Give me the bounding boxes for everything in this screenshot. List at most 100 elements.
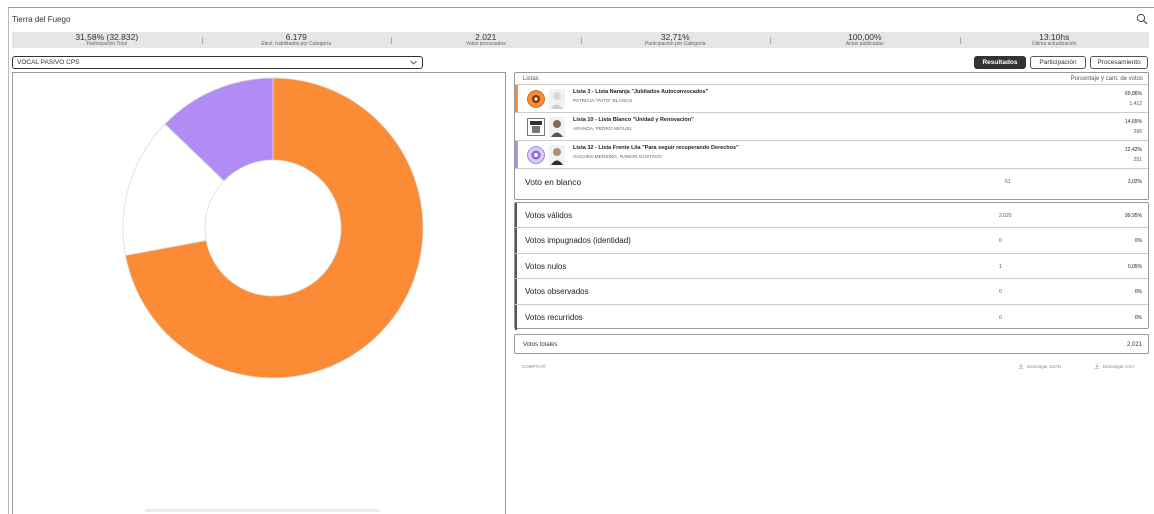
stat-total-participation: 31,58% (32.832) Participación Total <box>12 33 202 48</box>
list-percent: 12,42% <box>1125 147 1142 153</box>
download-json-link[interactable]: Descargar JSON <box>1018 363 1061 369</box>
list-item-frente-lila[interactable]: Lista 32 - Lista Frente Lila "Para segui… <box>515 141 1148 169</box>
stat-label: Última actualización <box>1032 41 1077 48</box>
results-footer: COMPTIA® Descargar JSON Descargar CSV <box>522 362 1142 372</box>
stat-eligible-voters: 6.179 Elect. habilitados por Categoría <box>201 31 392 48</box>
vote-percent: 99,95% <box>1125 213 1142 219</box>
tab-participation[interactable]: Participación <box>1030 56 1086 69</box>
stat-label: Participación Total <box>86 41 128 48</box>
list-count: 1.412 <box>1129 101 1142 107</box>
party-logo-icon <box>527 118 545 136</box>
vote-label: Votos nulos <box>525 261 567 271</box>
horizontal-scrollbar[interactable] <box>145 509 380 512</box>
blank-vote-percent: 3,02% <box>1127 179 1142 185</box>
total-votes-label: Votos totales <box>523 342 558 348</box>
list-name: Lista 10 - Lista Blanco "Unidad y Renova… <box>573 117 694 123</box>
total-votes-value: 2.021 <box>1126 342 1142 348</box>
vote-percent: 0% <box>1134 314 1142 321</box>
stat-label: Actas publicadas <box>845 41 884 48</box>
page-title: Tierra del Fuego <box>12 14 71 24</box>
category-select-value: VOCAL PASIVO CPS <box>17 59 80 66</box>
stat-value: 32,71% <box>660 31 690 42</box>
list-color-bar <box>515 141 518 168</box>
vote-count: 2.020 <box>999 213 1012 219</box>
stat-value: 2.021 <box>475 31 497 42</box>
stat-value: 31,58% (32.832) <box>75 31 139 42</box>
row-accent-bar <box>515 279 517 304</box>
list-name: Lista 32 - Lista Frente Lila "Para segui… <box>573 145 739 151</box>
view-tabs: Resultados Participación Procesamiento <box>974 56 1148 69</box>
blank-vote-label: Voto en blanco <box>525 177 582 187</box>
chart-panel <box>12 72 506 514</box>
stat-value: 13:10hs <box>1039 31 1070 42</box>
list-count: 296 <box>1133 129 1142 135</box>
vote-label: Votos observados <box>525 287 589 297</box>
vote-count: 0 <box>999 238 1002 245</box>
vote-percent: 0% <box>1134 289 1142 296</box>
tab-results[interactable]: Resultados <box>974 56 1026 69</box>
lists-header: Listas Porcentaje y cant. de votos <box>515 73 1148 85</box>
row-accent-bar <box>515 304 517 330</box>
page-header: Tierra del Fuego <box>12 10 1148 28</box>
vote-row-challenged: Votos impugnados (identidad) 0 0% <box>515 228 1148 254</box>
lists-header-title: Listas <box>523 75 539 82</box>
blank-vote-count: 61 <box>1005 179 1011 185</box>
candidate-photo-icon <box>549 89 565 109</box>
candidate-photo-icon <box>549 145 565 165</box>
list-percent: 69,86% <box>1125 91 1142 97</box>
vote-count: 1 <box>999 263 1002 270</box>
download-json-label: Descargar JSON <box>1027 363 1062 369</box>
brand-logo: COMPTIA® <box>522 364 546 369</box>
stat-category-participation: 32,71% Participación por Categoría <box>580 31 771 48</box>
category-select[interactable]: VOCAL PASIVO CPS <box>12 56 423 69</box>
stat-last-update: 13:10hs Última actualización <box>959 31 1150 48</box>
download-icon <box>1018 363 1024 369</box>
candidate-photo-icon <box>549 117 565 137</box>
candidate-name: ARANDA, PEDRO MIGUEL <box>573 127 633 132</box>
list-item-naranja[interactable]: Lista 3 - Lista Naranja "Jubilados Autoc… <box>515 85 1148 113</box>
stats-bar: 31,58% (32.832) Participación Total 6.17… <box>12 32 1149 48</box>
candidate-name: PATRICIA "PATO" BLANCO <box>573 99 633 104</box>
search-icon[interactable] <box>1136 13 1148 25</box>
vote-label: Votos válidos <box>525 211 573 220</box>
tab-processing[interactable]: Procesamiento <box>1090 56 1148 69</box>
stat-published-records: 100,00% Actas publicadas <box>770 33 960 48</box>
vote-count: 0 <box>999 289 1002 296</box>
total-votes-panel: Votos totales 2.021 <box>514 334 1149 354</box>
download-csv-label: Descargar CSV <box>1103 363 1135 369</box>
list-name: Lista 3 - Lista Naranja "Jubilados Autoc… <box>573 89 709 95</box>
vote-percent: 0,05% <box>1127 263 1142 270</box>
stat-value: 6.179 <box>285 31 307 42</box>
row-accent-bar <box>515 203 517 228</box>
list-percent: 14,65% <box>1125 119 1142 125</box>
list-color-bar <box>515 113 518 140</box>
vote-row-observed: Votos observados 0 0% <box>515 279 1148 305</box>
vote-row-valid: Votos válidos 2.020 99,95% <box>515 203 1148 229</box>
vote-row-null: Votos nulos 1 0,05% <box>515 253 1148 280</box>
party-logo-icon <box>527 146 545 164</box>
blank-vote-row: Voto en blanco 61 3,02% <box>515 169 1148 195</box>
download-icon <box>1094 363 1100 369</box>
lists-header-subtitle: Porcentaje y cant. de votos <box>1070 75 1143 82</box>
chevron-down-icon <box>410 60 417 65</box>
vote-label: Votos impugnados (identidad) <box>525 236 631 246</box>
row-accent-bar <box>515 228 517 253</box>
candidate-name: GACHES MENSING, RAMON GUSTAVO <box>573 155 662 160</box>
list-color-bar <box>515 85 518 112</box>
vote-label: Votos recurridos <box>525 312 583 322</box>
download-csv-link[interactable]: Descargar CSV <box>1094 363 1134 369</box>
stat-value: 100,00% <box>847 31 882 42</box>
lists-panel: Listas Porcentaje y cant. de votos Lista… <box>514 72 1149 200</box>
vote-count: 0 <box>999 314 1002 321</box>
vote-percent: 0% <box>1134 238 1142 245</box>
list-item-blanco[interactable]: Lista 10 - Lista Blanco "Unidad y Renova… <box>515 113 1148 141</box>
votes-summary-panel: Votos válidos 2.020 99,95% Votos impugna… <box>514 202 1149 330</box>
party-logo-icon <box>527 90 545 108</box>
row-accent-bar <box>515 253 517 279</box>
stat-label: Elect. habilitados por Categoría <box>261 41 332 48</box>
stat-label: Votos procesados <box>465 41 506 48</box>
donut-chart <box>122 77 424 379</box>
vote-row-appealed: Votos recurridos 0 0% <box>515 304 1148 330</box>
stat-label: Participación por Categoría <box>644 41 706 48</box>
stat-votes-processed: 2.021 Votos procesados <box>391 33 581 48</box>
